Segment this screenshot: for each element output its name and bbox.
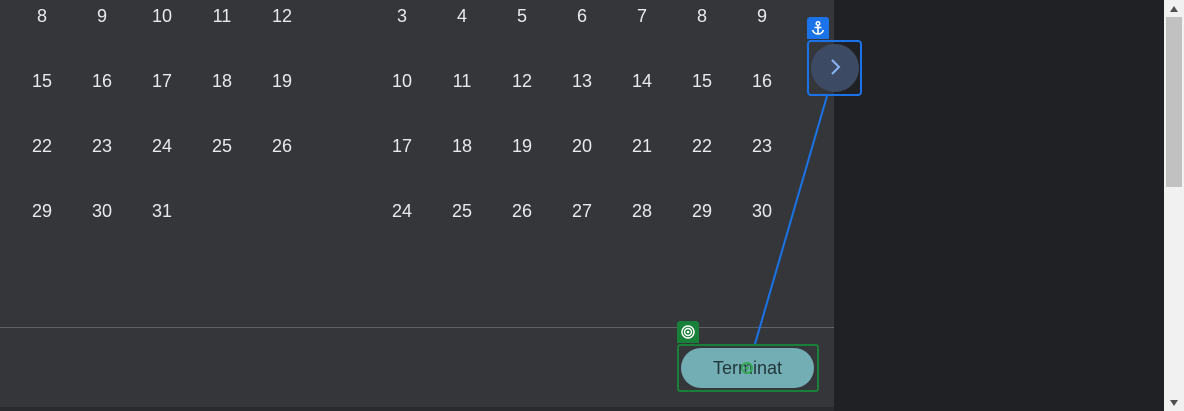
calendar-day[interactable]: 20	[552, 130, 612, 162]
calendar-day[interactable]: 29	[672, 195, 732, 227]
calendar-day[interactable]: 26	[492, 195, 552, 227]
calendar-day[interactable]: 19	[492, 130, 552, 162]
anchor-icon	[807, 17, 829, 39]
calendar-day[interactable]: 17	[132, 65, 192, 97]
scrollbar-thumb[interactable]	[1166, 17, 1182, 187]
bottom-strip	[0, 407, 834, 411]
calendar-day[interactable]: 25	[432, 195, 492, 227]
calendar-day[interactable]: 30	[72, 195, 132, 227]
calendar-day[interactable]: 11	[192, 0, 252, 32]
calendar-day[interactable]: 8	[12, 0, 72, 32]
source-highlight	[807, 40, 862, 96]
calendar-day[interactable]: 11	[432, 65, 492, 97]
calendar-day[interactable]: 21	[612, 130, 672, 162]
calendar-day[interactable]: 4	[432, 0, 492, 32]
calendar-day[interactable]: 17	[372, 130, 432, 162]
calendar-day[interactable]: 25	[192, 130, 252, 162]
calendar-day[interactable]: 23	[72, 130, 132, 162]
calendar-day[interactable]: 26	[252, 130, 312, 162]
calendar-day[interactable]: 28	[612, 195, 672, 227]
calendar-day[interactable]: 19	[252, 65, 312, 97]
calendar-day[interactable]: 6	[552, 0, 612, 32]
calendar-day[interactable]: 18	[192, 65, 252, 97]
target-icon	[677, 321, 699, 343]
calendar-day[interactable]: 23	[732, 130, 792, 162]
calendar-day[interactable]: 5	[492, 0, 552, 32]
calendar-day[interactable]: 13	[552, 65, 612, 97]
calendar-day[interactable]: 16	[72, 65, 132, 97]
calendar-day[interactable]: 12	[492, 65, 552, 97]
calendar-day[interactable]: 8	[672, 0, 732, 32]
calendar-day[interactable]: 3	[372, 0, 432, 32]
calendar-day[interactable]: 15	[12, 65, 72, 97]
footer-divider	[0, 327, 834, 328]
calendar-day[interactable]: 15	[672, 65, 732, 97]
scroll-up-arrow-icon[interactable]	[1164, 0, 1184, 17]
vertical-scrollbar[interactable]	[1164, 0, 1184, 411]
calendar-day[interactable]: 9	[732, 0, 792, 32]
calendar-day[interactable]: 24	[372, 195, 432, 227]
calendar-day[interactable]: 27	[552, 195, 612, 227]
calendar-day[interactable]: 14	[612, 65, 672, 97]
calendar-day[interactable]: 16	[732, 65, 792, 97]
calendar-day[interactable]: 18	[432, 130, 492, 162]
page-background-right	[834, 0, 1164, 411]
calendar-day[interactable]: 29	[12, 195, 72, 227]
calendar-day[interactable]: 10	[372, 65, 432, 97]
calendar-day[interactable]: 12	[252, 0, 312, 32]
calendar-day[interactable]: 9	[72, 0, 132, 32]
scroll-down-arrow-icon[interactable]	[1164, 394, 1184, 411]
calendar-day[interactable]: 24	[132, 130, 192, 162]
calendar-day[interactable]: 7	[612, 0, 672, 32]
calendar-day[interactable]: 22	[12, 130, 72, 162]
calendar-day[interactable]: 31	[132, 195, 192, 227]
calendar-day[interactable]: 30	[732, 195, 792, 227]
calendar-day[interactable]: 22	[672, 130, 732, 162]
target-highlight	[677, 344, 819, 392]
calendar-day[interactable]: 10	[132, 0, 192, 32]
